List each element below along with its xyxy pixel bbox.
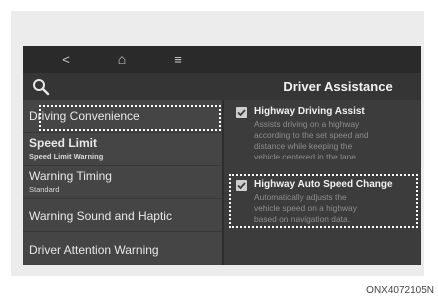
menu-icon[interactable]: ≡ bbox=[166, 46, 190, 73]
search-icon[interactable] bbox=[31, 77, 51, 97]
option-desc-line: vehicle centered in the lane. bbox=[254, 152, 359, 159]
figure-code: ONX4072105N bbox=[366, 285, 434, 296]
menu-item-warning-timing[interactable]: Warning Timing Standard bbox=[23, 166, 222, 199]
highlight-box-driving-convenience bbox=[39, 105, 221, 131]
menu-item-sublabel: Speed Limit Warning bbox=[29, 152, 104, 161]
checkbox-highway-driving-assist[interactable] bbox=[236, 107, 247, 118]
option-desc-line: distance while keeping the bbox=[254, 141, 353, 151]
page-title: Driver Assistance bbox=[283, 79, 393, 94]
menu-item-label: Speed Limit bbox=[29, 136, 98, 150]
menu-item-label: Warning Timing bbox=[29, 169, 112, 183]
status-bar: < ⌂ ≡ bbox=[23, 46, 421, 73]
check-icon bbox=[237, 109, 246, 117]
menu-item-label: Warning Sound and Haptic bbox=[29, 209, 172, 223]
header-bar: Driver Assistance bbox=[23, 73, 421, 100]
menu-item-driver-attention-warning[interactable]: Driver Attention Warning bbox=[23, 232, 222, 265]
back-icon[interactable]: < bbox=[54, 46, 78, 73]
option-title: Highway Driving Assist bbox=[254, 106, 365, 117]
infotainment-screen: < ⌂ ≡ Driver Assistance Driving Convenie… bbox=[23, 46, 421, 265]
option-desc-line: according to the set speed and bbox=[254, 130, 369, 140]
option-desc-line: Assists driving on a highway bbox=[254, 119, 360, 129]
menu-item-sublabel: Standard bbox=[29, 185, 60, 194]
menu-item-speed-limit[interactable]: Speed Limit Speed Limit Warning bbox=[23, 133, 222, 166]
home-icon[interactable]: ⌂ bbox=[110, 46, 134, 73]
menu-item-label: Driver Attention Warning bbox=[29, 243, 159, 257]
highlight-box-highway-auto-speed-change bbox=[229, 174, 418, 228]
menu-item-warning-sound-haptic[interactable]: Warning Sound and Haptic bbox=[23, 199, 222, 232]
